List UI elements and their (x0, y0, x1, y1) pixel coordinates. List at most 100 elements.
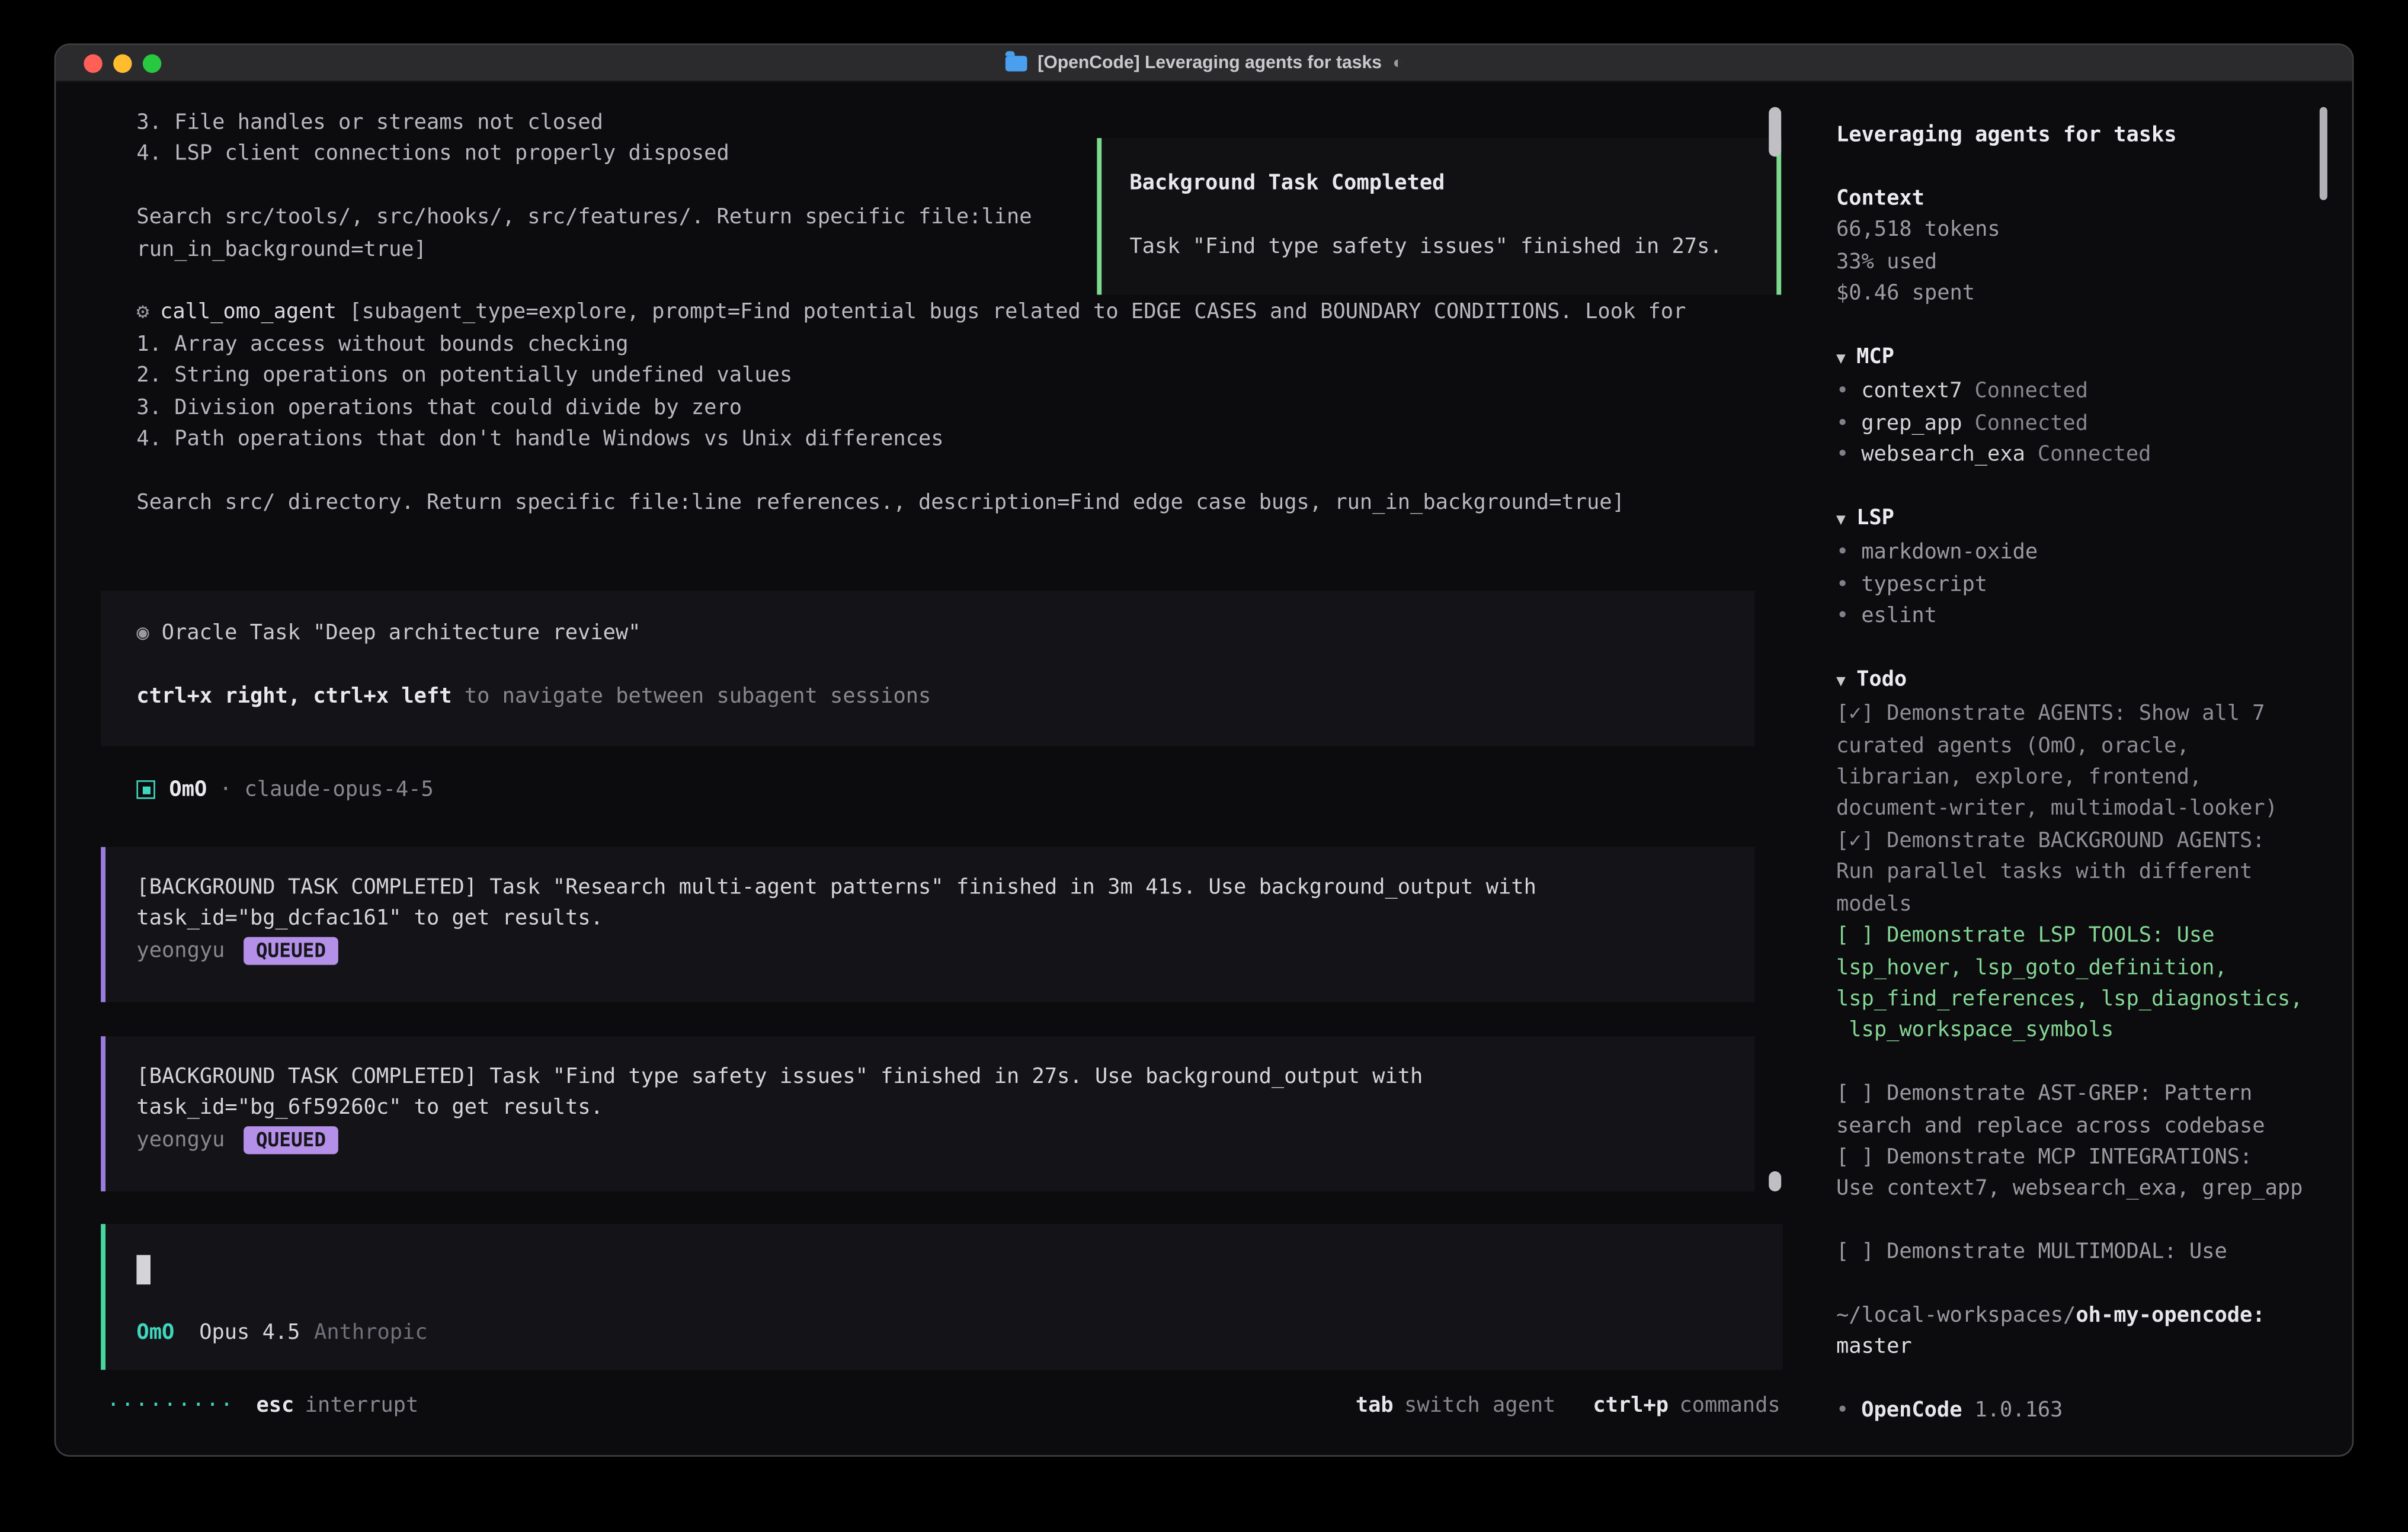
titlebar[interactable]: [OpenCode] Leveraging agents for tasks ◐ (56, 45, 2352, 82)
mcp-heading[interactable]: ▼ MCP (1836, 341, 2327, 376)
traffic-lights (84, 55, 161, 73)
separator-dot: · (219, 774, 232, 806)
message-line-1: [BACKGROUND TASK COMPLETED] Task "Find t… (136, 1061, 1724, 1092)
screen: [OpenCode] Leveraging agents for tasks ◐… (0, 0, 2408, 1532)
prompt-input[interactable]: OmO Opus 4.5 Anthropic (101, 1224, 1783, 1370)
window-content: 3. File handles or streams not closed 4.… (56, 82, 2352, 1457)
window-title: [OpenCode] Leveraging agents for tasks ◐ (1005, 53, 1402, 72)
tool-args: [subagent_type=explore, prompt=Find pote… (337, 300, 1686, 325)
mcp-server-status: Connected (2038, 439, 2151, 470)
scrollback-line: 2. String operations on potentially unde… (136, 360, 1792, 392)
agent-model: claude-opus-4-5 (245, 774, 434, 806)
session-sidebar: Leveraging agents for tasks Context 66,5… (1808, 82, 2352, 1457)
queued-badge: QUEUED (244, 1126, 338, 1154)
bullet-icon: • (1836, 408, 1849, 439)
context-used: 33% used (1836, 246, 2327, 277)
main-scrollbar-thumb-lower[interactable] (1769, 1171, 1781, 1191)
todo-item-pending: [ ] Demonstrate AST-GREP: Pattern search… (1836, 1078, 2327, 1142)
message-author: yeongyu (136, 935, 225, 966)
lsp-heading[interactable]: ▼ LSP (1836, 502, 2327, 537)
background-task-toast[interactable]: Background Task Completed Task "Find typ… (1097, 138, 1781, 295)
tool-call-line: ⚙call_omo_agent [subagent_type=explore, … (136, 297, 1792, 328)
scrollback-line: 3. Division operations that could divide… (136, 392, 1792, 423)
todo-heading-label: Todo (1856, 667, 1907, 692)
active-agent-label: OmO (136, 1316, 174, 1348)
background-task-message: [BACKGROUND TASK COMPLETED] Task "Find t… (101, 1036, 1754, 1191)
commands-key-label: commands (1679, 1390, 1780, 1421)
tool-name: call_omo_agent (160, 300, 337, 325)
mcp-item: • context7 Connected (1836, 376, 2327, 407)
sidebar-scrollbar-thumb[interactable] (2320, 107, 2328, 200)
chevron-down-icon: ▼ (1836, 350, 1846, 367)
scrollback-line: Search src/ directory. Return specific f… (136, 486, 1792, 518)
lsp-section: ▼LSP •markdown-oxide •typescript •eslint (1836, 502, 2327, 632)
terminal-pane[interactable]: 3. File handles or streams not closed 4.… (56, 82, 1808, 1457)
message-line-2: task_id="bg_dcfac161" to get results. (136, 903, 1724, 935)
scrollback-line: 1. Array access without bounds checking (136, 328, 1792, 360)
workspace-info: ~/local-workspaces/oh-my-opencode: maste… (1836, 1300, 2327, 1363)
mcp-heading-label: MCP (1856, 344, 1894, 369)
bullet-icon: • (1836, 601, 1849, 632)
bullet-icon: • (1836, 537, 1849, 569)
lsp-server-name: markdown-oxide (1861, 537, 2038, 569)
session-title: Leveraging agents for tasks (1836, 120, 2327, 151)
status-left: ········· esc interrupt (107, 1390, 419, 1421)
toast-title: Background Task Completed (1129, 168, 1749, 199)
workspace-path: ~/local-workspaces/ (1836, 1303, 2076, 1328)
minimize-button[interactable] (113, 55, 132, 73)
mcp-server-name: grep_app (1861, 408, 1962, 439)
todo-heading[interactable]: ▼ Todo (1836, 664, 2327, 698)
timer-icon: ◐ (1392, 53, 1402, 72)
commands-key-hint: ctrl+p (1593, 1390, 1669, 1421)
input-footer: OmO Opus 4.5 Anthropic (136, 1316, 1751, 1348)
context-spent: $0.46 spent (1836, 278, 2327, 309)
close-button[interactable] (84, 55, 102, 73)
bullet-icon: • (1836, 376, 1849, 407)
agent-session-header: OmO · claude-opus-4-5 (136, 774, 433, 806)
bullet-icon: • (1836, 439, 1849, 470)
app-version-row: • OpenCode 1.0.163 (1836, 1395, 2327, 1426)
lsp-heading-label: LSP (1856, 505, 1894, 530)
tab-key-label: switch agent (1404, 1390, 1555, 1421)
agent-square-icon (136, 781, 155, 799)
text-cursor (136, 1255, 150, 1284)
message-footer: yeongyu QUEUED (136, 1124, 1724, 1156)
bullet-icon: • (1836, 1395, 1849, 1426)
agent-name: OmO (169, 774, 207, 806)
scrollback-line: 3. File handles or streams not closed (136, 107, 1792, 139)
main-scrollbar-thumb[interactable] (1769, 107, 1781, 157)
todo-item-pending: [ ] Demonstrate MCP INTEGRATIONS: Use co… (1836, 1142, 2327, 1205)
message-line-2: task_id="bg_6f59260c" to get results. (136, 1093, 1724, 1124)
mcp-section: ▼ MCP • context7 Connected • grep_app Connect… (1836, 341, 2327, 471)
keyboard-hint-keys: ctrl+x right, ctrl+x left (136, 684, 451, 709)
mcp-server-status: Connected (1974, 376, 2088, 407)
spacer (1836, 1205, 2327, 1236)
todo-item-done: [✓] Demonstrate BACKGROUND AGENTS: Run p… (1836, 825, 2327, 920)
toast-body: Task "Find type safety issues" finished … (1129, 231, 1749, 262)
queued-badge: QUEUED (244, 937, 338, 965)
chevron-down-icon: ▼ (1836, 512, 1846, 529)
mcp-server-status: Connected (1974, 408, 2088, 439)
message-footer: yeongyu QUEUED (136, 935, 1724, 966)
tab-key-hint: tab (1356, 1390, 1394, 1421)
toast-spacer (1129, 199, 1749, 230)
esc-key-hint: esc (256, 1390, 294, 1421)
context-heading: Context (1836, 182, 2327, 214)
mcp-server-name: context7 (1861, 376, 1962, 407)
lsp-server-name: eslint (1861, 601, 1937, 632)
scrollback-line: 4. Path operations that don't handle Win… (136, 424, 1792, 455)
zoom-button[interactable] (143, 55, 161, 73)
mcp-server-name: websearch_exa (1861, 439, 2025, 470)
message-author: yeongyu (136, 1124, 225, 1156)
window-title-text: [OpenCode] Leveraging agents for tasks (1038, 53, 1382, 72)
lsp-item: • markdown-oxide (1836, 537, 2327, 569)
chevron-down-icon: ▼ (1836, 673, 1846, 690)
lsp-item: • eslint (1836, 601, 2327, 632)
workspace-branch: master (1836, 1332, 2327, 1363)
app-window: [OpenCode] Leveraging agents for tasks ◐… (55, 43, 2354, 1457)
context-section: Context 66,518 tokens 33% used $0.46 spe… (1836, 182, 2327, 309)
app-name: OpenCode (1861, 1395, 1962, 1426)
status-bar: ········· esc interrupt tab switch agent… (107, 1390, 1781, 1421)
spacer (1836, 1268, 2327, 1300)
background-task-message: [BACKGROUND TASK COMPLETED] Task "Resear… (101, 847, 1754, 1002)
